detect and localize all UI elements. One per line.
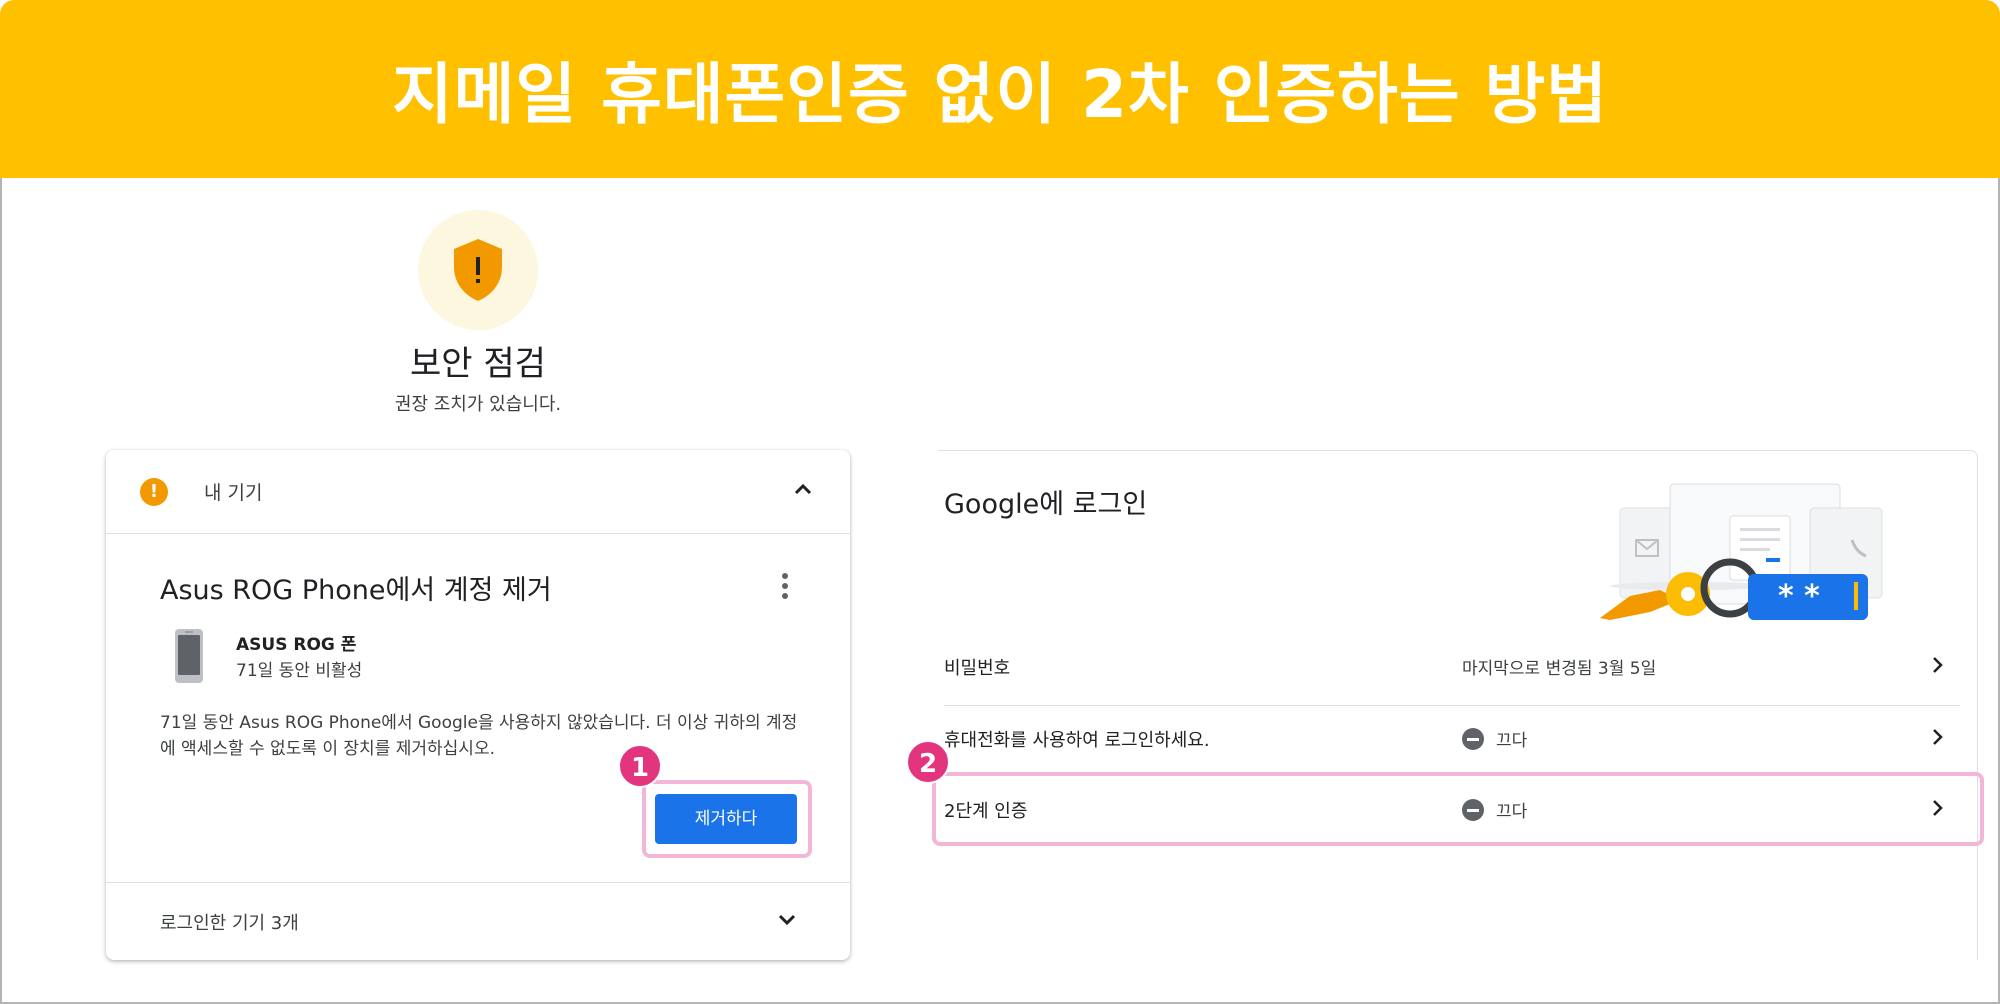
phone-signin-status: 끄다 xyxy=(1496,731,1528,751)
phone-icon xyxy=(175,629,203,683)
remove-device-description: 71일 동안 Asus ROG Phone에서 Google을 사용하지 않았습… xyxy=(160,713,798,759)
more-vert-icon[interactable] xyxy=(770,568,800,604)
step-badge-1: 1 xyxy=(618,744,662,788)
shield-warning-icon xyxy=(454,239,502,301)
my-devices-card: ! 내 기기 Asus ROG Phone에서 계정 제거 ASUS ROG 폰… xyxy=(106,450,850,960)
device-name: ASUS ROG 폰 xyxy=(236,635,357,655)
password-row[interactable]: 비밀번호 마지막으로 변경됨 3월 5일 xyxy=(944,634,1964,700)
signed-in-devices-row[interactable]: 로그인한 기기 3개 xyxy=(106,882,850,960)
warning-icon: ! xyxy=(140,478,168,506)
chevron-right-icon[interactable] xyxy=(1924,652,1950,678)
two-step-row-highlight xyxy=(932,772,1984,846)
remove-account-title: Asus ROG Phone에서 계정 제거 xyxy=(160,575,552,606)
password-last-changed: 마지막으로 변경됨 3월 5일 xyxy=(1462,659,1657,679)
password-value: 마지막으로 변경됨 3월 5일 xyxy=(1462,654,1656,679)
signed-in-devices-label: 로그인한 기기 3개 xyxy=(160,913,299,934)
phone-signin-value: 끄다 xyxy=(1462,726,1527,751)
phone-signin-row[interactable]: 휴대전화를 사용하여 로그인하세요. 끄다 xyxy=(944,706,1964,772)
chevron-down-icon[interactable] xyxy=(772,905,802,935)
my-devices-header[interactable]: ! 내 기기 xyxy=(106,450,850,534)
security-check-badge xyxy=(418,210,538,330)
remove-device-button[interactable]: 제거하다 xyxy=(655,794,797,844)
svg-text:* *: * * xyxy=(1778,579,1820,614)
password-label: 비밀번호 xyxy=(944,658,1011,679)
device-status: 71일 동안 비활성 xyxy=(236,661,363,681)
step-badge-2: 2 xyxy=(906,740,950,784)
google-signin-title: Google에 로그인 xyxy=(944,489,1148,520)
chevron-right-icon[interactable] xyxy=(1924,724,1950,750)
my-devices-label: 내 기기 xyxy=(204,482,263,504)
security-check-subtitle: 권장 조치가 있습니다. xyxy=(394,394,562,415)
banner-title: 지메일 휴대폰인증 없이 2차 인증하는 방법 xyxy=(391,56,1609,133)
title-banner: 지메일 휴대폰인증 없이 2차 인증하는 방법 xyxy=(0,0,2000,178)
security-check-title: 보안 점검 xyxy=(410,344,546,384)
off-status-icon xyxy=(1462,727,1484,750)
chevron-up-icon[interactable] xyxy=(788,474,818,504)
signin-illustration: * * xyxy=(1600,483,1883,620)
phone-signin-label: 휴대전화를 사용하여 로그인하세요. xyxy=(944,730,1210,751)
